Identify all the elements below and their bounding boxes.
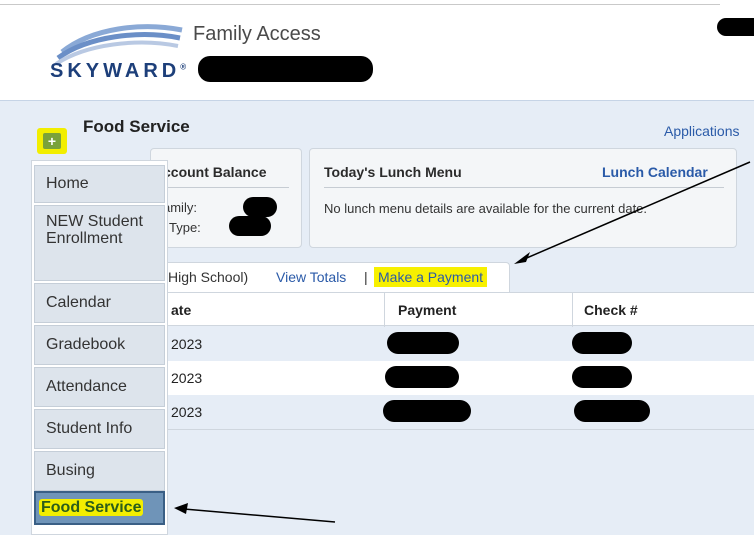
account-balance-title: ccount Balance <box>163 164 267 180</box>
table-row[interactable]: 2023 <box>155 361 754 395</box>
date-cell: 2023 <box>171 336 203 352</box>
type-label: Type: <box>169 220 201 235</box>
top-divider <box>0 4 720 5</box>
column-divider <box>572 293 573 327</box>
applications-link[interactable]: Applications <box>664 123 740 139</box>
check-column-header[interactable]: Check # <box>584 302 638 318</box>
redacted-payment <box>383 400 471 422</box>
redacted-payment <box>385 366 459 388</box>
redacted-name <box>198 56 373 82</box>
skyward-logo: SKYWARD® <box>50 60 191 82</box>
app-header: SKYWARD® Family Access <box>0 0 754 100</box>
table-header: ate Payment Check # <box>155 292 754 327</box>
date-cell: 2023 <box>171 370 203 386</box>
menu-item-student-info[interactable]: Student Info <box>34 409 165 449</box>
account-balance-panel: ccount Balance amily: Type: <box>150 148 302 248</box>
menu-item-attendance[interactable]: Attendance <box>34 367 165 407</box>
payment-column-header[interactable]: Payment <box>398 302 456 318</box>
menu-item-new-student-enrollment[interactable]: NEW Student Enrollment <box>34 205 165 281</box>
family-label: amily: <box>163 200 197 215</box>
lunch-menu-title: Today's Lunch Menu <box>324 164 462 180</box>
view-totals-link[interactable]: View Totals <box>276 269 346 285</box>
add-menu-button[interactable]: + <box>37 128 67 154</box>
redacted-payment <box>387 332 459 354</box>
menu-item-food-service[interactable]: Food Service <box>34 491 165 525</box>
redacted-user <box>717 18 754 36</box>
redacted-type <box>229 216 271 236</box>
side-navigation-menu: Home NEW Student Enrollment Calendar Gra… <box>31 160 168 535</box>
page-title: Food Service <box>83 117 190 136</box>
table-row[interactable]: 2023 <box>155 395 754 429</box>
table-bottom-rule <box>155 429 754 430</box>
panel-divider <box>163 187 289 188</box>
redacted-check <box>572 332 632 354</box>
annotation-arrow-payment-icon <box>514 161 751 264</box>
tab-separator: | <box>364 269 368 285</box>
menu-item-busing[interactable]: Busing <box>34 451 165 491</box>
make-payment-link[interactable]: Make a Payment <box>374 267 488 287</box>
menu-item-home[interactable]: Home <box>34 165 165 203</box>
annotation-arrow-food-service-icon <box>174 503 336 523</box>
school-label: High School) <box>168 269 249 285</box>
product-title: Family Access <box>193 23 321 45</box>
column-divider <box>384 293 385 327</box>
menu-item-gradebook[interactable]: Gradebook <box>34 325 165 365</box>
menu-item-calendar[interactable]: Calendar <box>34 283 165 323</box>
redacted-check <box>574 400 650 422</box>
date-column-header[interactable]: ate <box>171 302 191 318</box>
date-cell: 2023 <box>171 404 203 420</box>
redacted-family <box>243 197 277 217</box>
redacted-check <box>572 366 632 388</box>
account-tabs: High School) View Totals | Make a Paymen… <box>155 262 510 292</box>
table-row[interactable]: 2023 <box>155 327 754 361</box>
